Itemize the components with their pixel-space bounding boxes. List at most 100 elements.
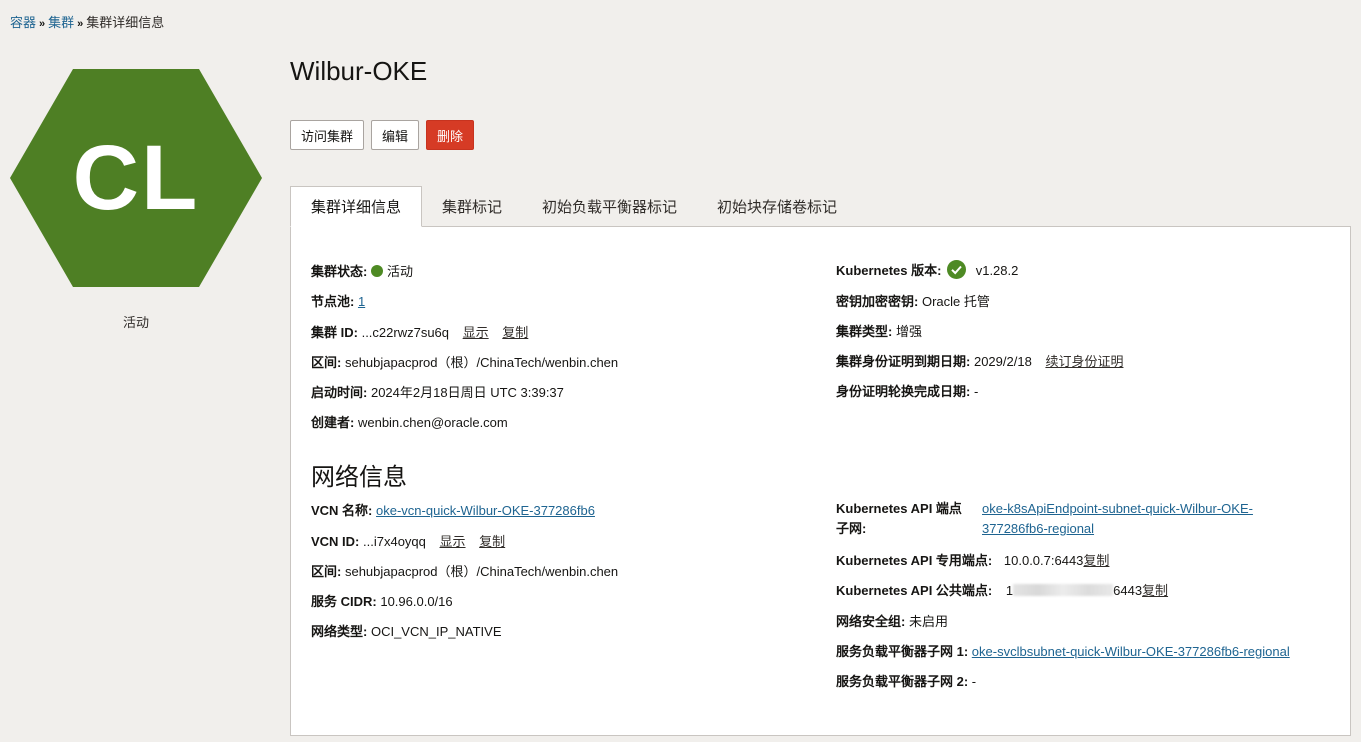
breadcrumb: 容器» 集群» 集群详细信息 [10,12,164,31]
compartment-value: sehubjapacprod（根）/ChinaTech/wenbin.chen [344,355,619,370]
cluster-type-label: 集群类型: [836,324,893,339]
api-subnet-label-line2: 子网: [836,521,867,536]
breadcrumb-separator: » [39,18,46,30]
cluster-id-copy-link[interactable]: 复制 [502,325,528,340]
kms-label: 密钥加密密钥: [836,294,919,309]
breadcrumb-containers[interactable]: 容器 [10,15,36,30]
tab-bar: 集群详细信息 集群标记 初始负载平衡器标记 初始块存储卷标记 [290,186,857,227]
api-subnet-link-line1[interactable]: oke-k8sApiEndpoint-subnet-quick-Wilbur-O… [982,501,1253,516]
vcn-id-show-link[interactable]: 显示 [440,534,466,549]
vcn-name-link[interactable]: oke-vcn-quick-Wilbur-OKE-377286fb6 [376,503,595,518]
redacted-ip [1013,584,1114,596]
public-endpoint-row: Kubernetes API 公共端点: 1 6443复制 [836,580,1168,599]
creator-row: 创建者: wenbin.chen@oracle.com [311,412,508,431]
nsg-row: 网络安全组: 未启用 [836,611,948,630]
vcn-id-label: VCN ID: [311,534,360,549]
net-compartment-row: 区间: sehubjapacprod（根）/ChinaTech/wenbin.c… [311,561,618,580]
k8s-version-row: Kubernetes 版本: v1.28.2 [836,260,1018,282]
cert-expiry-row: 集群身份证明到期日期: 2029/2/18 续订身份证明 [836,351,1123,370]
breadcrumb-separator: » [77,18,84,30]
compartment-row: 区间: sehubjapacprod（根）/ChinaTech/wenbin.c… [311,352,618,371]
lb-subnet-2-label: 服务负载平衡器子网 2: [836,674,969,689]
tab-cluster-details[interactable]: 集群详细信息 [290,186,423,227]
private-endpoint-label: Kubernetes API 专用端点: [836,553,993,568]
cluster-status-value: 活动 [386,264,413,279]
api-subnet-link[interactable]: oke-k8sApiEndpoint-subnet-quick-Wilbur-O… [982,499,1253,539]
nsg-value: 未启用 [908,614,948,629]
public-endpoint-suffix: 6443 [1113,583,1143,598]
vcn-name-row: VCN 名称: oke-vcn-quick-Wilbur-OKE-377286f… [311,500,595,519]
vcn-id-copy-link[interactable]: 复制 [479,534,505,549]
service-cidr-label: 服务 CIDR: [311,594,377,609]
cluster-status-row: 集群状态: 活动 [311,261,413,280]
compartment-label: 区间: [311,355,342,370]
lb-subnet-1-link[interactable]: oke-svclbsubnet-quick-Wilbur-OKE-377286f… [972,644,1290,659]
lb-subnet-1-label: 服务负载平衡器子网 1: [836,644,969,659]
net-compartment-value: sehubjapacprod（根）/ChinaTech/wenbin.chen [344,564,619,579]
cluster-hex-icon: CL [10,69,262,287]
tab-block-volume-tags[interactable]: 初始块存储卷标记 [697,186,857,227]
private-endpoint-copy-link[interactable]: 复制 [1083,553,1109,568]
nodepool-link[interactable]: 1 [358,294,365,309]
private-endpoint-value: 10.0.0.7:6443 [1003,553,1084,568]
lb-subnet-2-row: 服务负载平衡器子网 2: - [836,671,976,690]
vcn-id-value: ...i7x4oyqq [363,534,426,549]
api-subnet-label-line1: Kubernetes API 端点 [836,501,962,516]
details-panel: 集群状态: 活动 节点池: 1 集群 ID: ...c22rwz7su6q 显示… [290,226,1351,736]
public-endpoint-copy-link[interactable]: 复制 [1142,583,1168,598]
net-compartment-label: 区间: [311,564,342,579]
cert-rotation-label: 身份证明轮换完成日期: [836,384,971,399]
lb-subnet-2-value: - [971,674,977,689]
network-type-row: 网络类型: OCI_VCN_IP_NATIVE [311,621,502,640]
cert-rotation-row: 身份证明轮换完成日期: - [836,381,978,400]
nodepool-row: 节点池: 1 [311,291,365,310]
cert-expiry-label: 集群身份证明到期日期: [836,354,971,369]
private-endpoint-row: Kubernetes API 专用端点: 10.0.0.7:6443复制 [836,550,1109,569]
api-subnet-link-line2[interactable]: 377286fb6-regional [982,521,1094,536]
cluster-status-label: 活动 [122,315,149,330]
tab-lb-tags[interactable]: 初始负载平衡器标记 [522,186,697,227]
creator-value: wenbin.chen@oracle.com [357,415,508,430]
network-type-value: OCI_VCN_IP_NATIVE [370,624,502,639]
kms-row: 密钥加密密钥: Oracle 托管 [836,291,990,310]
vcn-id-row: VCN ID: ...i7x4oyqq 显示 复制 [311,531,505,550]
service-cidr-row: 服务 CIDR: 10.96.0.0/16 [311,591,453,610]
creator-label: 创建者: [311,415,355,430]
tab-cluster-tags[interactable]: 集群标记 [422,186,522,227]
action-bar: 访问集群 编辑 删除 [290,120,475,150]
cluster-id-value: ...c22rwz7su6q [361,325,450,340]
start-time-row: 启动时间: 2024年2月18日周日 UTC 3:39:37 [311,382,564,401]
cluster-id-label: 集群 ID: [311,325,358,340]
vcn-name-label: VCN 名称: [311,503,373,518]
breadcrumb-clusters[interactable]: 集群 [48,15,74,30]
k8s-version-value: v1.28.2 [975,263,1019,278]
edit-button[interactable]: 编辑 [371,120,420,150]
cluster-type-value: 增强 [895,324,922,339]
cert-rotation-value: - [973,384,979,399]
k8s-version-label: Kubernetes 版本: [836,263,942,278]
api-subnet-label: Kubernetes API 端点 子网: [836,499,981,539]
breadcrumb-current: 集群详细信息 [86,15,165,30]
renew-cert-link[interactable]: 续订身份证明 [1045,354,1123,369]
network-section-title: 网络信息 [311,464,407,491]
status-active-icon [370,265,383,277]
kms-value: Oracle 托管 [921,294,990,309]
delete-button[interactable]: 删除 [426,120,475,150]
check-circle-icon [947,260,967,282]
nodepool-label: 节点池: [311,294,355,309]
public-endpoint-label: Kubernetes API 公共端点: [836,583,993,598]
nsg-label: 网络安全组: [836,614,906,629]
public-endpoint-prefix: 1 [1005,583,1014,598]
service-cidr-value: 10.96.0.0/16 [380,594,453,609]
access-cluster-button[interactable]: 访问集群 [290,120,365,150]
cluster-status-field-label: 集群状态: [311,264,368,279]
cluster-id-show-link[interactable]: 显示 [463,325,489,340]
lb-subnet-1-row: 服务负载平衡器子网 1: oke-svclbsubnet-quick-Wilbu… [836,641,1290,660]
page-title: Wilbur-OKE [290,56,428,86]
network-type-label: 网络类型: [311,624,368,639]
cluster-id-row: 集群 ID: ...c22rwz7su6q 显示 复制 [311,322,528,341]
cluster-initials: CL [72,126,200,229]
start-time-value: 2024年2月18日周日 UTC 3:39:37 [370,385,564,400]
cluster-type-row: 集群类型: 增强 [836,321,922,340]
cert-expiry-value: 2029/2/18 [973,354,1032,369]
